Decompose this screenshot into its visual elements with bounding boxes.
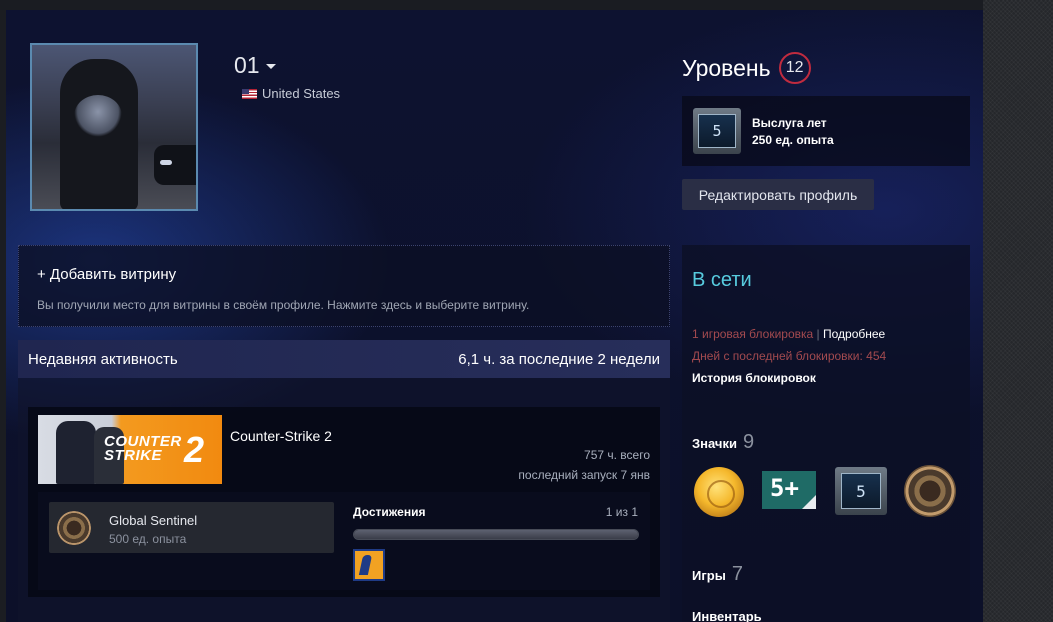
cs2-badge-icon[interactable] <box>904 465 956 517</box>
level-header: Уровень 12 <box>682 52 811 84</box>
years-of-service-badge-icon: 5 <box>693 108 741 154</box>
add-showcase-panel[interactable]: + Добавить витрину Вы получили место для… <box>18 245 670 327</box>
game-ban-line: 1 игровая блокировка | Подробнее <box>692 327 885 341</box>
years-of-service-badge-icon[interactable]: 5 <box>835 467 887 515</box>
online-status: В сети <box>692 269 752 291</box>
game-last-played: последний запуск 7 янв <box>518 468 650 482</box>
badges-header[interactable]: Значки 9 <box>692 431 754 454</box>
game-total-hours: 757 ч. всего <box>584 448 650 462</box>
profile-background: 01 United States Уровень 12 5 Выслуга ле… <box>6 10 983 622</box>
featured-badge[interactable]: 5 Выслуга лет 250 ед. опыта <box>682 96 970 166</box>
page-background-right <box>983 0 1053 622</box>
recent-activity-body: COUNTER STRIKE 2 Counter-Strike 2 757 ч. … <box>18 378 670 622</box>
achievements-count: 1 из 1 <box>605 505 638 519</box>
games-label[interactable]: Игры <box>692 568 726 583</box>
location: United States <box>242 86 340 101</box>
game-name[interactable]: Counter-Strike 2 <box>230 428 332 444</box>
level-label: Уровень <box>682 54 771 81</box>
avatar[interactable] <box>30 43 198 211</box>
top-strip <box>0 0 983 10</box>
add-showcase-title[interactable]: + Добавить витрину <box>37 266 176 283</box>
ban-separator: | <box>813 327 823 341</box>
global-sentinel-icon <box>57 511 91 545</box>
achievements-progress-fill <box>354 530 638 539</box>
game-card: COUNTER STRIKE 2 Counter-Strike 2 757 ч. … <box>28 407 660 597</box>
recent-activity-header: Недавняя активность 6,1 ч. за последние … <box>18 340 670 378</box>
games-header[interactable]: Игры 7 <box>692 563 743 586</box>
recent-activity-label[interactable]: Недавняя активность <box>28 351 178 368</box>
achievements-progress-bar <box>353 529 639 540</box>
achievement-icon[interactable] <box>353 549 385 581</box>
game-ban-text: 1 игровая блокировка <box>692 327 814 341</box>
game-details: Global Sentinel 500 ед. опыта Достижения… <box>38 492 650 590</box>
right-sidebar: В сети 1 игровая блокировка | Подробнее … <box>682 245 970 622</box>
recent-activity-hours: 6,1 ч. за последние 2 недели <box>458 351 660 368</box>
ban-details-link[interactable]: Подробнее <box>823 327 885 341</box>
us-flag-icon <box>242 88 257 99</box>
years-badge-number: 5 <box>698 114 736 148</box>
achievements-label[interactable]: Достижения <box>353 505 425 519</box>
gold-coin-badge-icon[interactable] <box>694 467 744 517</box>
chevron-down-icon[interactable] <box>265 64 276 70</box>
ban-history-link[interactable]: История блокировок <box>692 371 816 385</box>
level-badge[interactable]: 12 <box>778 52 811 84</box>
featured-badge-xp: 250 ед. опыта <box>752 133 834 147</box>
badges-label[interactable]: Значки <box>692 436 737 451</box>
inventory-link[interactable]: Инвентарь <box>692 609 762 622</box>
add-showcase-description: Вы получили место для витрины в своём пр… <box>37 298 530 312</box>
badges-count: 9 <box>742 431 755 453</box>
username-text[interactable]: 01 <box>234 52 260 78</box>
country-text: United States <box>262 86 341 101</box>
featured-badge-name: Выслуга лет <box>752 116 827 130</box>
game-badge-name: Global Sentinel <box>109 513 198 528</box>
five-plus-badge-icon[interactable]: 5+ <box>762 471 816 509</box>
game-capsule-logo: COUNTER STRIKE <box>104 433 182 464</box>
games-count: 7 <box>731 563 743 585</box>
game-capsule-image[interactable]: COUNTER STRIKE 2 <box>38 415 222 484</box>
game-badge-xp: 500 ед. опыта <box>109 532 187 546</box>
edit-profile-button[interactable]: Редактировать профиль <box>682 179 874 210</box>
days-since-ban: Дней с последней блокировки: 454 <box>692 349 887 363</box>
game-badge[interactable]: Global Sentinel 500 ед. опыта <box>49 502 334 553</box>
game-capsule-number: 2 <box>184 429 205 470</box>
username[interactable]: 01 <box>234 52 276 79</box>
